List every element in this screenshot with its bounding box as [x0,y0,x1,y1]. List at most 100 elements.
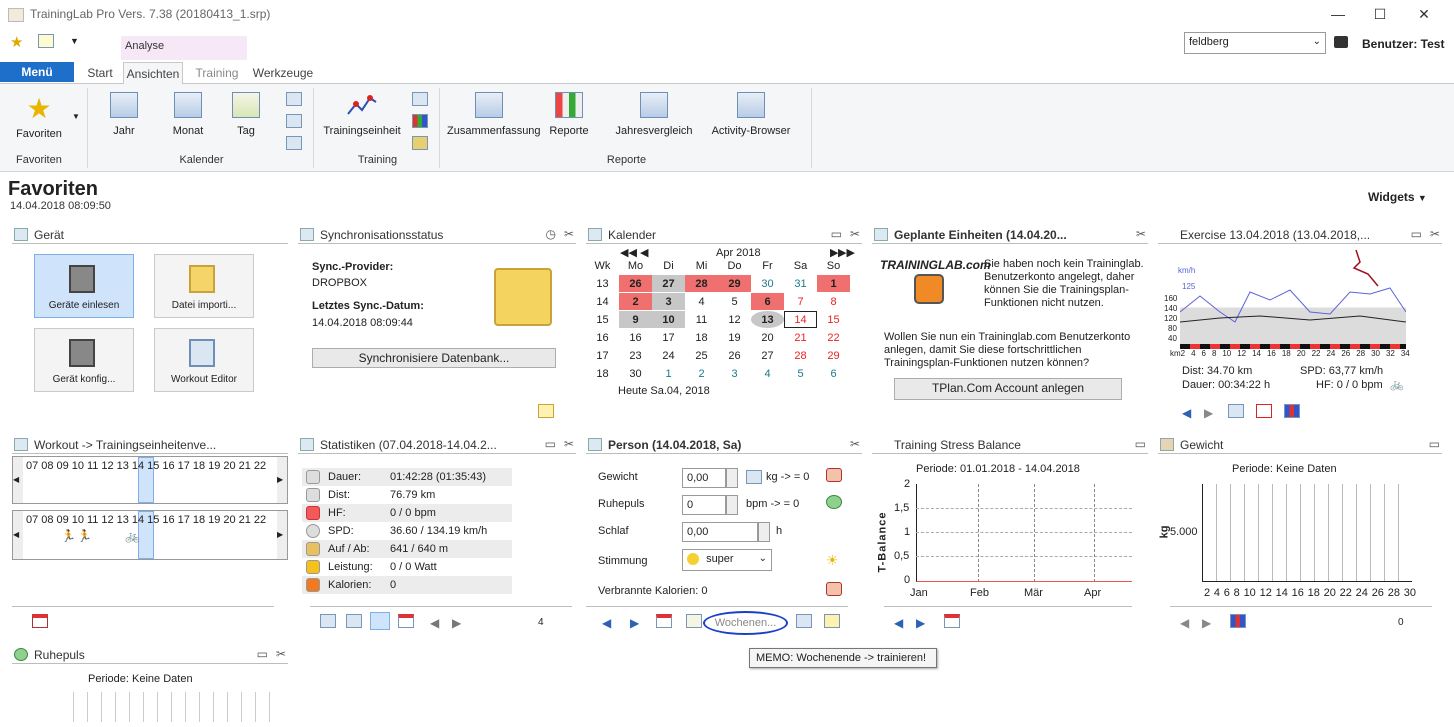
calendar-today-label[interactable]: Heute Sa.04, 2018 [618,385,710,397]
jahr-button[interactable]: Jahr [104,92,144,137]
calendar-day[interactable]: 2 [685,365,718,382]
next-icon[interactable]: ▶ [1202,616,1211,630]
calculator-icon[interactable] [746,470,762,484]
calendar-day[interactable]: 6 [817,365,850,382]
table-icon[interactable] [1228,404,1244,418]
scroll-left-icon[interactable]: ◀ [13,457,23,503]
calendar-day-today[interactable]: 14 [784,311,817,328]
geraet-konfigurieren-tile[interactable]: Gerät konfig... [34,328,134,392]
qat-dropdown-icon[interactable]: ▼ [70,36,79,46]
calendar-day[interactable]: 1 [652,365,685,382]
calendar-day[interactable]: 27 [751,347,784,364]
tag-button[interactable]: Tag [228,92,264,137]
calendar-day[interactable]: 12 [718,311,751,328]
calendar-day[interactable]: 28 [784,347,817,364]
calendar-day[interactable]: 29 [718,275,751,292]
running-icon[interactable]: 🏃 [77,529,92,543]
calendar-day[interactable]: 19 [718,329,751,346]
heart-icon[interactable] [826,495,842,509]
calendar-day[interactable]: 4 [751,365,784,382]
gewicht-stepper[interactable] [726,468,738,488]
scroll-right-icon[interactable]: ▶ [277,457,287,503]
calendar-day[interactable]: 11 [685,311,718,328]
bike-icon[interactable]: 🚲 [1390,378,1404,391]
calendar-small-icon[interactable] [286,114,302,128]
close-icon[interactable]: ✕ [1414,4,1434,24]
workout-editor-tile[interactable]: Workout Editor [154,328,254,392]
calendar-today-icon[interactable] [656,614,672,628]
search-doc-icon[interactable] [38,34,54,48]
calendar-day[interactable]: 7 [784,293,817,310]
user-dropdown[interactable]: feldberg ⌄ [1184,32,1326,54]
prev-icon[interactable]: ◀ [602,616,611,630]
next-icon[interactable]: ▶ [1204,406,1213,420]
calendar-week-icon[interactable] [370,612,390,630]
monat-button[interactable]: Monat [168,92,208,137]
prev-icon[interactable]: ◀ [894,616,903,630]
star-icon[interactable]: ★ [10,33,23,51]
minimize-icon[interactable]: — [1328,4,1348,24]
next-icon[interactable]: ▶ [452,616,461,630]
tab-ansichten[interactable]: Ansichten [123,62,183,84]
memo-edit-icon[interactable] [824,614,840,628]
calendar-today-icon[interactable] [944,614,960,628]
next-icon[interactable]: ▶ [630,616,639,630]
calendar-day[interactable]: 5 [784,365,817,382]
calendar-day[interactable]: 29 [817,347,850,364]
bike-icon[interactable]: 🚲 [125,529,140,543]
bar-chart-icon[interactable] [412,114,428,128]
memo-list-icon[interactable] [796,614,812,628]
calendar-day[interactable]: 25 [685,347,718,364]
calendar-day[interactable]: 22 [817,329,850,346]
tools-icon[interactable]: ✂ [564,437,574,451]
clock-icon[interactable]: ◷ [546,227,556,241]
calendar-day-icon[interactable] [686,614,702,628]
calendar-today-icon[interactable] [32,614,48,628]
calendar-day[interactable]: 3 [652,293,685,310]
ruler-icon[interactable] [412,136,428,150]
calendar-day[interactable]: 9 [619,311,652,328]
scroll-left-icon[interactable]: ◀ [13,511,23,559]
restore-icon[interactable]: ▭ [545,437,556,451]
gewicht-input[interactable]: 0,00 [682,468,726,488]
calendar-delete-icon[interactable] [286,136,302,150]
calendar-day[interactable]: 26 [718,347,751,364]
calendar-day[interactable]: 16 [619,329,652,346]
tplan-account-button[interactable]: TPlan.Com Account anlegen [894,378,1122,400]
thumb-down-icon[interactable] [826,582,842,596]
calendar-day[interactable]: 18 [685,329,718,346]
calendar-day[interactable]: 15 [817,311,850,328]
tools-icon[interactable]: ✂ [276,647,286,661]
ruhepuls-input[interactable]: 0 [682,495,726,515]
restore-icon[interactable]: ▭ [831,227,842,241]
prev-icon[interactable]: ◀ [1182,406,1191,420]
tab-start[interactable]: Start [80,62,120,84]
restore-icon[interactable]: ▭ [1429,437,1440,451]
widgets-button[interactable]: Widgets ▼ [1368,190,1427,204]
thumb-down-icon[interactable] [826,468,842,482]
zusammenfassung-button[interactable]: Zusammenfassung [444,92,541,137]
scroll-right-icon[interactable]: ▶ [277,511,287,559]
calendar-day[interactable]: 10 [652,311,685,328]
activity-browser-button[interactable]: Activity-Browser [708,92,794,137]
calendar-day[interactable]: 31 [784,275,817,292]
tab-werkzeuge[interactable]: Werkzeuge [250,62,316,84]
tab-training[interactable]: Training [190,62,244,84]
favoriten-dropdown-icon[interactable]: ▼ [72,112,80,121]
tools-icon[interactable]: ✂ [850,227,860,241]
schlaf-input[interactable]: 0,00 [682,522,758,542]
calendar-month-icon[interactable] [346,614,362,628]
running-icon[interactable]: 🏃 [61,529,76,543]
ruhepuls-stepper[interactable] [726,495,738,515]
geraete-einlesen-tile[interactable]: Geräte einlesen [34,254,134,318]
calendar-day[interactable]: 23 [619,347,652,364]
calendar-day[interactable]: 5 [718,293,751,310]
menu-button[interactable]: Menü [0,62,74,82]
calendar-year-icon[interactable] [320,614,336,628]
tools-icon[interactable]: ✂ [564,227,574,241]
calendar-day[interactable]: 13 [751,311,784,328]
calendar-today-icon[interactable] [398,614,414,628]
synchronize-button[interactable]: Synchronisiere Datenbank... [312,348,556,368]
calendar-day[interactable]: 2 [619,293,652,310]
calendar-day[interactable]: 28 [685,275,718,292]
